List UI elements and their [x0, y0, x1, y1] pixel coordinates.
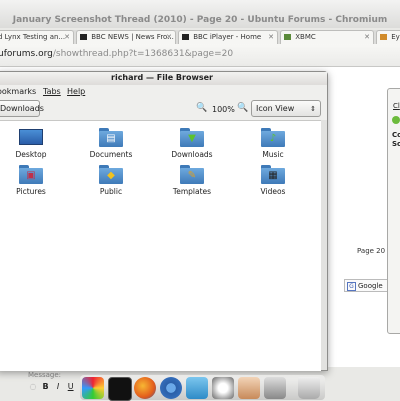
pinwheel-icon[interactable] — [82, 377, 104, 399]
tab-close-icon[interactable]: ✕ — [166, 31, 172, 44]
menu-bookmarks[interactable]: ookmarks — [0, 86, 36, 98]
file-item-videos[interactable]: ▦ Videos — [243, 164, 303, 208]
google-button-label: Google — [358, 282, 383, 290]
bold-button[interactable]: B — [41, 382, 51, 391]
tab-label: Eye — [391, 33, 400, 41]
file-item-label: Pictures — [16, 187, 46, 196]
message-label: Message: — [28, 371, 62, 379]
tab-bbc-iplayer[interactable]: BBC iPlayer - Home ✕ — [178, 30, 278, 44]
underline-button[interactable]: U — [66, 382, 76, 391]
updown-arrow-icon: ⇕ — [310, 105, 316, 113]
view-mode-value: Icon View — [256, 104, 295, 113]
file-browser-window: richard — File Browser ookmarks Tabs Hel… — [0, 71, 328, 371]
downloads-folder-icon: ▼ — [180, 127, 204, 147]
bbc-favicon-icon — [80, 34, 87, 40]
zoom-in-icon[interactable]: 🔍 — [237, 103, 248, 113]
tab-xbmc[interactable]: XBMC ✕ — [280, 30, 374, 44]
music-folder-icon: ♪ — [261, 127, 285, 147]
templates-folder-icon: ✎ — [180, 164, 204, 184]
tab-label: BBC NEWS | News Fro... — [91, 33, 174, 41]
tab-close-icon[interactable]: ✕ — [64, 31, 70, 44]
view-mode-select[interactable]: Icon View ⇕ — [251, 100, 321, 117]
drive-icon[interactable] — [264, 377, 286, 399]
side-dialog-link[interactable]: Cl — [393, 102, 400, 110]
documents-folder-icon: ▤ — [99, 127, 123, 147]
address-bar[interactable]: uforums.org/showthread.php?t=1368631&pag… — [0, 44, 400, 67]
file-item-label: Public — [99, 187, 123, 196]
eye-favicon-icon — [380, 34, 387, 40]
zoom-level: 100% — [212, 105, 235, 114]
editor-toolbar: ◌ B I U — [28, 382, 83, 398]
editor-icon[interactable]: ◌ — [28, 382, 38, 391]
location-downloads-button[interactable]: Downloads — [0, 100, 44, 117]
italic-button[interactable]: I — [53, 382, 63, 391]
google-icon: G — [347, 282, 356, 291]
file-item-pictures[interactable]: ▣ Pictures — [1, 164, 61, 208]
tab-eye[interactable]: Eye — [376, 30, 400, 44]
url-text[interactable]: uforums.org/showthread.php?t=1368631&pag… — [0, 49, 233, 59]
menu-tabs[interactable]: Tabs — [43, 86, 61, 98]
side-dialog-line1: Co — [392, 131, 400, 139]
pictures-folder-icon: ▣ — [19, 164, 43, 184]
tab-label: d Lynx Testing an... — [0, 33, 66, 41]
monitor-icon[interactable] — [108, 377, 132, 401]
chromium-icon[interactable] — [160, 377, 182, 399]
check-icon — [392, 116, 400, 124]
dock — [80, 375, 325, 401]
desktop-icon — [19, 127, 43, 147]
headphones-icon[interactable] — [212, 377, 234, 399]
tab-close-icon[interactable]: ✕ — [364, 31, 370, 44]
trash-icon[interactable] — [298, 377, 320, 399]
file-item-label: Documents — [89, 150, 133, 159]
location-toolbar: Downloads 🔍 100% 🔍 Icon View ⇕ — [0, 99, 327, 119]
file-icon-view: Desktop ▤ Documents ▼ Downloads ♪ Music … — [0, 120, 321, 371]
bird-icon[interactable] — [186, 377, 208, 399]
menubar: ookmarks Tabs Help — [0, 85, 327, 99]
tab-close-icon[interactable]: ✕ — [268, 31, 274, 44]
file-browser-title[interactable]: richard — File Browser — [0, 72, 327, 85]
file-item-label: Downloads — [171, 150, 213, 159]
file-item-label: Music — [262, 150, 284, 159]
firefox-icon[interactable] — [134, 377, 156, 399]
videos-folder-icon: ▦ — [261, 164, 285, 184]
vertical-scrollbar[interactable] — [321, 120, 327, 370]
file-item-label: Videos — [260, 187, 286, 196]
browser-tabstrip: d Lynx Testing an... ✕ BBC NEWS | News F… — [0, 30, 400, 44]
file-item-templates[interactable]: ✎ Templates — [162, 164, 222, 208]
public-folder-icon: ◆ — [99, 164, 123, 184]
tab-bbc-news[interactable]: BBC NEWS | News Fro... ✕ — [76, 30, 176, 44]
tab-label: BBC iPlayer - Home — [193, 33, 262, 41]
file-item-label: Desktop — [15, 150, 47, 159]
bbc-favicon-icon — [182, 34, 189, 40]
side-dialog-line2: Sc — [392, 140, 400, 148]
zoom-out-icon[interactable]: 🔍 — [196, 103, 207, 113]
xbmc-favicon-icon — [284, 34, 291, 40]
people-icon[interactable] — [238, 377, 260, 399]
file-item-label: Templates — [172, 187, 212, 196]
tab-label: XBMC — [295, 33, 316, 41]
browser-window-title: January Screenshot Thread (2010) - Page … — [0, 0, 400, 28]
tab-lynx[interactable]: d Lynx Testing an... ✕ — [0, 30, 74, 44]
menu-help[interactable]: Help — [67, 86, 85, 98]
side-dialog: Cl Co Sc — [387, 88, 400, 334]
file-item-public[interactable]: ◆ Public — [81, 164, 141, 208]
